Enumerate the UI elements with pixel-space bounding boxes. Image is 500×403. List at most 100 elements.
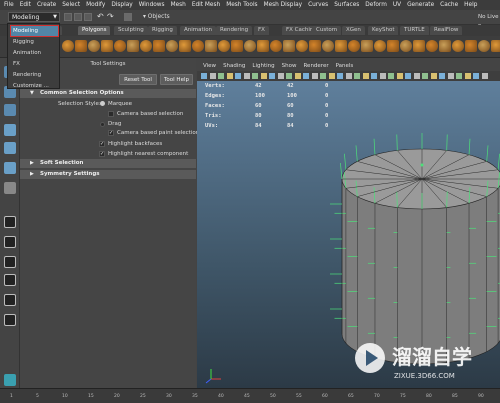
menu-item-animation[interactable]: Animation: [11, 48, 58, 58]
menu-display[interactable]: Display: [111, 2, 132, 8]
viewport-toolbar-icon[interactable]: [311, 73, 318, 79]
viewport-toolbar-icon[interactable]: [209, 73, 216, 79]
menu-modify[interactable]: Modify: [86, 2, 105, 8]
objects-selector[interactable]: ▾ Objects: [143, 13, 183, 22]
camera-based-paint-checkbox[interactable]: ✓: [108, 130, 114, 136]
mode-selector[interactable]: Modeling ▼: [8, 12, 60, 22]
viewport-toolbar-icon[interactable]: [456, 73, 462, 79]
reset-tool-button[interactable]: Reset Tool: [119, 74, 157, 85]
shelf-tab-rigging[interactable]: Rigging: [148, 26, 177, 35]
viewport-toolbar-icon[interactable]: [260, 73, 267, 79]
viewport-menu-view[interactable]: View: [203, 62, 216, 71]
shelf-tab-polygons[interactable]: Polygons: [78, 26, 111, 35]
menu-item-customize[interactable]: Customize ...: [11, 81, 58, 91]
rotate-tool-icon[interactable]: [4, 142, 16, 154]
layout-graph-icon[interactable]: [4, 294, 16, 306]
menu-select[interactable]: Select: [62, 2, 80, 8]
camera-based-selection-checkbox[interactable]: [108, 111, 114, 117]
merge-icon[interactable]: [361, 40, 373, 52]
platonic-icon[interactable]: [153, 40, 165, 52]
viewport-menu-shading[interactable]: Shading: [223, 62, 245, 71]
menu-generate[interactable]: Generate: [407, 2, 434, 8]
cleanup-icon[interactable]: [465, 40, 477, 52]
connect-icon[interactable]: [335, 40, 347, 52]
viewport-toolbar-icon[interactable]: [439, 73, 445, 79]
multicut-icon[interactable]: [309, 40, 321, 52]
menu-mesh[interactable]: Mesh: [171, 2, 186, 8]
viewport-toolbar-icon[interactable]: [371, 73, 377, 79]
viewport-toolbar-icon[interactable]: [379, 73, 386, 79]
layout-side-icon[interactable]: [4, 256, 16, 268]
menu-edit[interactable]: Edit: [20, 2, 31, 8]
chamfer-icon[interactable]: [439, 40, 451, 52]
menu-uv[interactable]: UV: [393, 2, 401, 8]
menu-mesh-tools[interactable]: Mesh Tools: [226, 2, 257, 8]
viewport-toolbar-icon[interactable]: [396, 73, 403, 79]
highlight-backfaces-checkbox[interactable]: ✓: [99, 141, 105, 147]
menu-deform[interactable]: Deform: [365, 2, 387, 8]
viewport-toolbar-icon[interactable]: [362, 73, 369, 79]
menu-windows[interactable]: Windows: [139, 2, 165, 8]
bridge-icon[interactable]: [270, 40, 282, 52]
viewport-toolbar-icon[interactable]: [294, 73, 301, 79]
viewport-toolbar-icon[interactable]: [328, 73, 335, 79]
triangulate-icon[interactable]: [478, 40, 490, 52]
highlight-nearest-checkbox[interactable]: ✓: [99, 151, 105, 157]
shelf-tab-fx[interactable]: FX: [254, 26, 269, 35]
select-by-hierarchy-icon[interactable]: [124, 13, 132, 21]
slide-icon[interactable]: [374, 40, 386, 52]
poly-cone-icon[interactable]: [101, 40, 113, 52]
maya-logo-icon[interactable]: [4, 374, 16, 386]
viewport-toolbar-icon[interactable]: [286, 73, 292, 79]
menu-item-modeling[interactable]: Modeling: [10, 25, 59, 37]
viewport-toolbar-icon[interactable]: [303, 73, 309, 79]
flip-icon[interactable]: [387, 40, 399, 52]
separate-icon[interactable]: [179, 40, 191, 52]
poly-sphere-icon[interactable]: [62, 40, 74, 52]
viewport-toolbar-icon[interactable]: [388, 73, 394, 79]
viewport-toolbar-icon[interactable]: [413, 73, 420, 79]
time-slider[interactable]: [0, 388, 500, 403]
viewport-menu-lighting[interactable]: Lighting: [252, 62, 274, 71]
viewport-toolbar-icon[interactable]: [277, 73, 284, 79]
fill-hole-icon[interactable]: [296, 40, 308, 52]
menu-item-rendering[interactable]: Rendering: [11, 70, 58, 80]
viewport-toolbar-icon[interactable]: [405, 73, 411, 79]
poly-cube-icon[interactable]: [75, 40, 87, 52]
layout-persp-icon[interactable]: [4, 314, 16, 326]
poly-torus-icon[interactable]: [114, 40, 126, 52]
viewport-toolbar-icon[interactable]: [447, 73, 454, 79]
paint-select-icon[interactable]: [4, 104, 16, 116]
wedge-icon[interactable]: [413, 40, 425, 52]
viewport-toolbar-icon[interactable]: [320, 73, 326, 79]
viewport-toolbar-icon[interactable]: [226, 73, 233, 79]
viewport-toolbar-icon[interactable]: [422, 73, 428, 79]
quadrangulate-icon[interactable]: [491, 40, 500, 52]
shelf-tab-turtle[interactable]: TURTLE: [400, 26, 429, 35]
viewport-menu-show[interactable]: Show: [282, 62, 297, 71]
menu-cache[interactable]: Cache: [440, 2, 458, 8]
drag-radio[interactable]: [100, 122, 105, 127]
viewport-toolbar-icon[interactable]: [269, 73, 275, 79]
shelf-tab-sculpting[interactable]: Sculpting: [114, 26, 148, 35]
undo-icon[interactable]: ↶: [97, 13, 105, 21]
no-live-surface[interactable]: No Live Su: [478, 12, 500, 30]
viewport-menu-renderer[interactable]: Renderer: [303, 62, 328, 71]
new-scene-icon[interactable]: [64, 13, 72, 21]
marquee-radio[interactable]: [100, 101, 105, 106]
symmetry-settings-header[interactable]: ▶ Symmetry Settings: [20, 170, 196, 179]
menu-item-rigging[interactable]: Rigging: [11, 37, 58, 47]
extract-icon[interactable]: [192, 40, 204, 52]
viewport-toolbar-icon[interactable]: [218, 73, 224, 79]
viewport-toolbar-icon[interactable]: [252, 73, 258, 79]
menu-help[interactable]: Help: [464, 2, 477, 8]
combine-icon[interactable]: [166, 40, 178, 52]
bevel-icon[interactable]: [244, 40, 256, 52]
shelf-tab-xgen[interactable]: XGen: [342, 26, 365, 35]
shelf-tab-keyshot[interactable]: KeyShot: [368, 26, 399, 35]
mirror-icon[interactable]: [231, 40, 243, 52]
layout-outliner-icon[interactable]: [4, 274, 16, 286]
menu-file[interactable]: File: [4, 2, 14, 8]
spin-icon[interactable]: [400, 40, 412, 52]
viewport-toolbar-icon[interactable]: [337, 73, 343, 79]
